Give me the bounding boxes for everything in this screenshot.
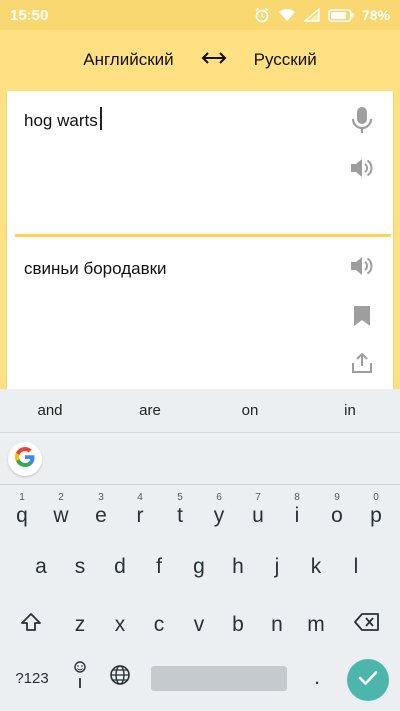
key-label: o: [331, 504, 343, 527]
space-key[interactable]: [151, 666, 287, 691]
key-f[interactable]: f: [139, 545, 179, 589]
period-key[interactable]: .: [297, 656, 337, 700]
key-s[interactable]: s: [60, 545, 100, 589]
key-u[interactable]: 7u: [238, 489, 278, 533]
key-y[interactable]: 6y: [199, 489, 239, 533]
symbols-key[interactable]: ?123: [9, 656, 55, 700]
language-key[interactable]: [100, 656, 140, 700]
key-hint: 9: [334, 492, 340, 503]
key-b[interactable]: b: [218, 603, 258, 647]
key-h[interactable]: h: [218, 545, 258, 589]
status-bar: 15:50 78%: [0, 0, 400, 30]
swap-arrows-icon: [201, 51, 227, 69]
translation-area: свиньи бородавки: [7, 237, 393, 391]
key-label: r: [136, 504, 144, 527]
key-label: i: [294, 504, 300, 527]
key-d[interactable]: d: [100, 545, 140, 589]
key-label: y: [213, 504, 225, 527]
status-time: 15:50: [10, 6, 49, 24]
speaker-icon: [350, 255, 374, 282]
key-label: t: [177, 504, 183, 527]
key-q[interactable]: 1q: [2, 489, 42, 533]
language-selector: Английский Русский: [0, 30, 400, 90]
key-z[interactable]: z: [60, 603, 100, 647]
bookmark-icon: [353, 305, 371, 332]
backspace-icon: [354, 613, 380, 637]
key-hint: 4: [137, 492, 143, 503]
key-hint: 3: [98, 492, 104, 503]
key-hint: 6: [216, 492, 222, 503]
key-t[interactable]: 5t: [160, 489, 200, 533]
key-c[interactable]: c: [139, 603, 179, 647]
key-hint: 7: [255, 492, 261, 503]
key-l[interactable]: l: [336, 545, 376, 589]
source-area: [7, 91, 393, 235]
key-label: q: [16, 504, 28, 527]
suggestion-item[interactable]: are: [100, 402, 200, 419]
source-language-button[interactable]: Английский: [75, 44, 181, 76]
microphone-button[interactable]: [344, 104, 380, 140]
battery-icon: [328, 8, 354, 22]
key-p[interactable]: 0p: [356, 489, 396, 533]
key-o[interactable]: 9o: [317, 489, 357, 533]
backspace-key[interactable]: [347, 603, 387, 647]
checkmark-icon: [358, 670, 378, 691]
text-cursor: [100, 107, 102, 130]
battery-percent: 78%: [361, 7, 390, 23]
shift-icon: [20, 612, 42, 638]
key-g[interactable]: g: [179, 545, 219, 589]
suggestion-item[interactable]: in: [300, 402, 400, 419]
key-k[interactable]: k: [296, 545, 336, 589]
key-x[interactable]: x: [100, 603, 140, 647]
emoji-icon: [70, 660, 90, 696]
emoji-key[interactable]: [60, 656, 100, 700]
alarm-icon: [254, 7, 270, 23]
speaker-icon: [350, 157, 374, 184]
key-hint: 1: [19, 492, 25, 503]
key-hint: 8: [294, 492, 300, 503]
enter-key[interactable]: [347, 659, 389, 701]
on-screen-keyboard: 1q 2w 3e 4r 5t 6y 7u 8i 9o 0p a s d f g …: [0, 485, 400, 711]
suggestion-item[interactable]: on: [200, 402, 300, 419]
key-label: e: [95, 504, 107, 527]
key-e[interactable]: 3e: [81, 489, 121, 533]
suggestion-item[interactable]: and: [0, 402, 100, 419]
status-icons: 78%: [254, 7, 390, 23]
google-search-button[interactable]: [8, 442, 42, 476]
key-hint: 2: [58, 492, 64, 503]
key-label: p: [370, 504, 382, 527]
share-button[interactable]: [344, 347, 380, 383]
microphone-icon: [351, 106, 373, 139]
key-n[interactable]: n: [257, 603, 297, 647]
key-label: w: [53, 504, 69, 527]
source-speaker-button[interactable]: [344, 152, 380, 188]
wifi-icon: [278, 8, 296, 22]
signal-icon: [303, 8, 320, 22]
share-icon: [351, 352, 373, 379]
key-j[interactable]: j: [257, 545, 297, 589]
key-r[interactable]: 4r: [120, 489, 160, 533]
source-text-input[interactable]: [24, 109, 324, 133]
suggestion-strip: and are on in: [0, 389, 400, 433]
key-v[interactable]: v: [179, 603, 219, 647]
google-logo-icon: [14, 446, 36, 473]
google-search-bar: [0, 433, 400, 485]
key-hint: 5: [177, 492, 183, 503]
globe-icon: [109, 664, 131, 692]
key-hint: 0: [373, 492, 379, 503]
key-a[interactable]: a: [21, 545, 61, 589]
target-language-button[interactable]: Русский: [246, 44, 325, 76]
key-i[interactable]: 8i: [277, 489, 317, 533]
swap-languages-button[interactable]: [194, 45, 234, 75]
translation-card: свиньи бородавки: [7, 91, 393, 391]
key-w[interactable]: 2w: [41, 489, 81, 533]
key-m[interactable]: m: [296, 603, 336, 647]
translation-text: свиньи бородавки: [24, 259, 167, 278]
bookmark-button[interactable]: [344, 300, 380, 336]
key-label: u: [252, 504, 264, 527]
translation-speaker-button[interactable]: [344, 250, 380, 286]
shift-key[interactable]: [11, 603, 51, 647]
